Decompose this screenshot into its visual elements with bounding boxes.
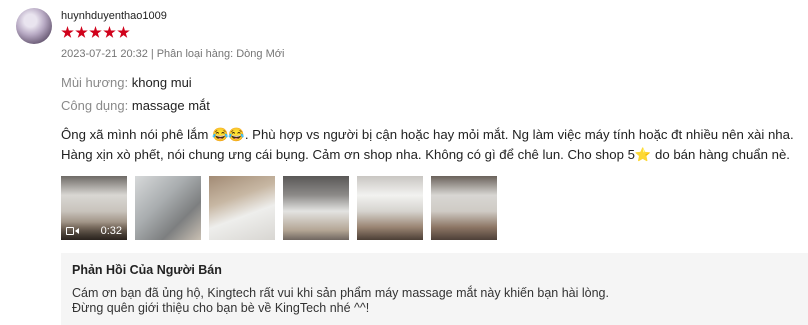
review-image-thumbnail[interactable] <box>283 176 349 240</box>
star-icon <box>103 26 116 38</box>
review-image-thumbnail[interactable] <box>431 176 497 240</box>
review-username[interactable]: huynhduyenthao1009 <box>61 10 167 22</box>
star-icon <box>61 26 74 38</box>
review-meta: 2023-07-21 20:32 | Phân loại hàng: Dòng Mớ… <box>61 48 284 60</box>
seller-reply-text: Cám ơn bạn đã ủng hộ, Kingtech rất vui k… <box>72 286 797 316</box>
review-video-thumbnail[interactable]: 0:32 <box>61 176 127 240</box>
attribute-label: Công dụng: <box>61 98 129 113</box>
star-icon <box>89 26 102 38</box>
attribute-label: Mùi hương: <box>61 75 129 90</box>
video-camera-icon <box>66 226 79 236</box>
attribute-usage: Công dụng: massage mắt <box>61 98 210 113</box>
video-overlay: 0:32 <box>61 222 127 240</box>
seller-reply: Phản Hồi Của Người Bán Cám ơn bạn đã ủng… <box>61 253 808 325</box>
rating-stars <box>61 26 130 39</box>
attribute-scent: Mùi hương: khong mui <box>61 75 192 90</box>
seller-reply-line: Cám ơn bạn đã ủng hộ, Kingtech rất vui k… <box>72 286 609 300</box>
review-image-thumbnail[interactable] <box>135 176 201 240</box>
seller-reply-line: Đừng quên giới thiệu cho bạn bè về KingT… <box>72 301 370 315</box>
review-image-thumbnail[interactable] <box>357 176 423 240</box>
user-avatar[interactable] <box>16 8 52 44</box>
review-media-list: 0:32 <box>61 176 497 240</box>
review-comment: Ông xã mình nói phê lắm 😂😂. Phù hợp vs n… <box>61 127 794 162</box>
attribute-value: massage mắt <box>131 98 210 113</box>
star-icon <box>75 26 88 38</box>
meta-separator: | <box>150 48 154 60</box>
video-duration: 0:32 <box>100 225 122 237</box>
review-variation: Phân loại hàng: Dòng Mới <box>156 48 285 60</box>
review-date: 2023-07-21 20:32 <box>61 48 148 60</box>
review-image-thumbnail[interactable] <box>209 176 275 240</box>
seller-reply-title: Phản Hồi Của Người Bán <box>72 263 222 277</box>
attribute-value: khong mui <box>131 75 192 90</box>
star-icon <box>117 26 130 38</box>
